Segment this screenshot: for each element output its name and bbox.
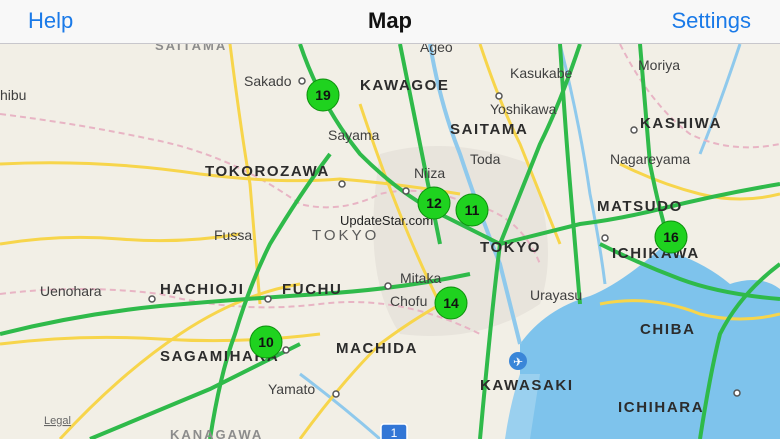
navigation-bar: Help Map Settings	[0, 0, 780, 44]
label-chiba: CHIBA	[640, 321, 696, 338]
label-tokorozawa: TOKOROZAWA	[205, 163, 330, 180]
label-nagareyama: Nagareyama	[610, 151, 690, 167]
label-kawagoe: KAWAGOE	[360, 77, 450, 94]
pin-count: 12	[426, 195, 442, 211]
label-mitaka: Mitaka	[400, 270, 441, 286]
label-hibu: hibu	[0, 87, 26, 103]
label-kawasaki: KAWASAKI	[480, 377, 574, 394]
map-pin[interactable]: 10	[249, 325, 283, 359]
label-sakado: Sakado	[244, 73, 292, 89]
route-shield-label: 1	[391, 426, 398, 439]
label-kasukabe: Kasukabe	[510, 65, 572, 81]
label-ichihara: ICHIHARA	[618, 399, 704, 416]
pin-count: 14	[443, 295, 459, 311]
label-yamato: Yamato	[268, 381, 315, 397]
route-shield: 1	[380, 423, 408, 439]
label-hachioji: HACHIOJI	[160, 281, 244, 298]
label-urayasu: Urayasu	[530, 287, 582, 303]
pin-count: 19	[315, 87, 331, 103]
svg-text:✈: ✈	[513, 355, 523, 369]
pin-count: 16	[663, 229, 679, 245]
pin-count: 11	[465, 202, 480, 218]
map-pin[interactable]: 14	[434, 286, 468, 320]
label-sayama: Sayama	[328, 127, 380, 143]
label-fuchu: FUCHU	[282, 281, 343, 298]
label-chofu: Chofu	[390, 293, 427, 309]
label-fussa: Fussa	[214, 227, 252, 243]
map-pin[interactable]: 12	[417, 186, 451, 220]
label-machida: MACHIDA	[336, 340, 418, 357]
map-view[interactable]: SAITAMA KANAGAWA TOKYO KAWAGOE SAITAMA K…	[0, 44, 780, 439]
settings-button[interactable]: Settings	[672, 8, 752, 34]
map-pin[interactable]: 16	[654, 220, 688, 254]
label-toda: Toda	[470, 151, 501, 167]
label-kanagawa-pref: KANAGAWA	[170, 427, 263, 439]
label-niiza: Niiza	[414, 165, 445, 181]
label-kashiwa: KASHIWA	[640, 115, 722, 132]
label-moriya: Moriya	[638, 57, 680, 73]
label-saitama-pref: SAITAMA	[155, 44, 227, 53]
label-yoshikawa: Yoshikawa	[490, 101, 557, 117]
label-ageo: Ageo	[420, 44, 453, 55]
airport-icon: ✈	[509, 352, 527, 370]
map-pin[interactable]: 19	[306, 78, 340, 112]
map-pin[interactable]: 11	[455, 193, 489, 227]
legal-link[interactable]: Legal	[44, 415, 71, 427]
label-saitama: SAITAMA	[450, 121, 528, 138]
label-matsudo: MATSUDO	[597, 198, 683, 215]
pin-count: 10	[258, 334, 274, 350]
nav-title: Map	[368, 8, 412, 33]
watermark: UpdateStar.com	[340, 213, 433, 228]
label-ichikawa: ICHIKAWA	[612, 245, 700, 262]
label-tokyo-pref: TOKYO	[312, 227, 379, 244]
help-button[interactable]: Help	[28, 8, 73, 34]
label-tokyo: TOKYO	[480, 239, 541, 256]
label-uenohara: Uenohara	[40, 283, 102, 299]
